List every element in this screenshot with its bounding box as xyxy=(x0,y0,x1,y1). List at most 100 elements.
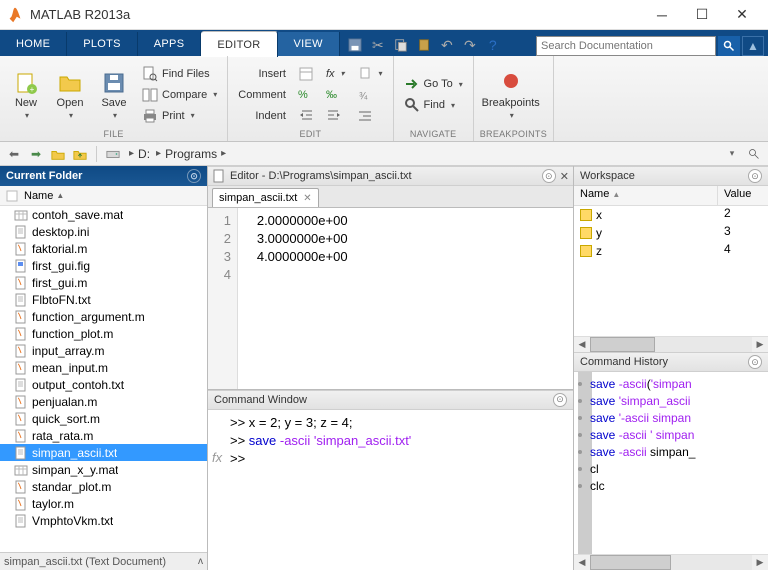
qat-copy-icon[interactable] xyxy=(390,34,412,56)
fx-icon[interactable]: fx xyxy=(212,450,222,465)
history-item[interactable]: save -ascii('simpan xyxy=(576,376,766,393)
file-row[interactable]: mean_input.m xyxy=(0,359,207,376)
cmdwin-menu-icon[interactable]: ⊙ xyxy=(553,393,567,407)
close-button[interactable]: ✕ xyxy=(722,1,762,29)
find-button[interactable]: Find▾ xyxy=(400,95,467,115)
indent-button[interactable]: Indent xyxy=(251,106,290,126)
comment-block-icon[interactable]: ‰ xyxy=(322,85,349,105)
workspace-menu-icon[interactable]: ⊙ xyxy=(748,169,762,183)
file-row[interactable]: rata_rata.m xyxy=(0,427,207,444)
workspace-header[interactable]: Workspace ⊙ xyxy=(574,166,768,186)
file-row[interactable]: contoh_save.mat xyxy=(0,206,207,223)
scroll-left-icon[interactable]: ◀ xyxy=(574,337,590,352)
open-button[interactable]: Open▾ xyxy=(50,60,90,129)
path-search-icon[interactable] xyxy=(744,144,764,164)
hist-scroll-left-icon[interactable]: ◀ xyxy=(574,555,590,570)
history-hscroll[interactable]: ◀ ▶ xyxy=(574,554,768,570)
file-row[interactable]: first_gui.fig xyxy=(0,257,207,274)
smart-indent-icon[interactable] xyxy=(353,106,387,126)
nav-parent-icon[interactable] xyxy=(70,144,90,164)
path-input[interactable] xyxy=(232,147,720,161)
tab-home[interactable]: HOME xyxy=(0,32,67,56)
insert-fx-button[interactable]: fx▾ xyxy=(322,64,349,84)
history-body[interactable]: save -ascii('simpansave 'simpan_asciisav… xyxy=(574,372,768,554)
indent-right-icon[interactable] xyxy=(322,106,349,126)
file-row[interactable]: VmphtoVkm.txt xyxy=(0,512,207,529)
qat-redo-icon[interactable]: ↷ xyxy=(459,34,481,56)
new-button[interactable]: +New▾ xyxy=(6,60,46,129)
history-item[interactable]: save -ascii ' simpan xyxy=(576,427,766,444)
file-row[interactable]: FlbtoFN.txt xyxy=(0,291,207,308)
tab-editor[interactable]: EDITOR xyxy=(201,31,277,57)
path-drop-icon[interactable]: ▾ xyxy=(722,144,742,164)
editor-area[interactable]: 1234 2.0000000e+00 3.0000000e+00 4.00000… xyxy=(208,208,573,390)
file-row[interactable]: faktorial.m xyxy=(0,240,207,257)
editor-tab-close-icon[interactable]: ✕ xyxy=(303,193,311,204)
save-button[interactable]: Save▾ xyxy=(94,60,134,129)
code-content[interactable]: 2.0000000e+00 3.0000000e+00 4.0000000e+0… xyxy=(238,208,356,389)
search-input[interactable] xyxy=(536,36,716,56)
file-name-column[interactable]: Name ▲ xyxy=(0,186,207,206)
qat-save-icon[interactable] xyxy=(344,34,366,56)
editor-menu-icon[interactable]: ⊙ xyxy=(542,169,556,183)
current-folder-header[interactable]: Current Folder ⊙ xyxy=(0,166,207,186)
file-row[interactable]: desktop.ini xyxy=(0,223,207,240)
hist-scroll-right-icon[interactable]: ▶ xyxy=(752,555,768,570)
qat-help-icon[interactable]: ? xyxy=(482,34,504,56)
command-line[interactable]: >> x = 2; y = 3; z = 4; xyxy=(230,414,411,432)
workspace-row[interactable]: z4 xyxy=(574,242,768,260)
nav-up-icon[interactable] xyxy=(48,144,68,164)
scroll-right-icon[interactable]: ▶ xyxy=(752,337,768,352)
file-row[interactable]: first_gui.m xyxy=(0,274,207,291)
breakpoints-button[interactable]: Breakpoints▾ xyxy=(480,60,542,129)
history-item[interactable]: save -ascii simpan_ xyxy=(576,444,766,461)
goto-button[interactable]: Go To▾ xyxy=(400,74,467,94)
command-window-header[interactable]: Command Window ⊙ xyxy=(208,390,573,410)
history-item[interactable]: save '-ascii simpan xyxy=(576,410,766,427)
compare-button[interactable]: Compare▾ xyxy=(138,85,221,105)
file-list[interactable]: contoh_save.matdesktop.inifaktorial.mfir… xyxy=(0,206,207,552)
comment-button[interactable]: Comment xyxy=(234,85,290,105)
workspace-row[interactable]: y3 xyxy=(574,224,768,242)
path-drive[interactable]: ▸D: xyxy=(125,147,150,161)
minimize-panel-icon[interactable]: ⊙ xyxy=(187,169,201,183)
find-files-button[interactable]: Find Files xyxy=(138,64,221,84)
workspace-row[interactable]: x2 xyxy=(574,206,768,224)
file-row[interactable]: simpan_ascii.txt xyxy=(0,444,207,461)
print-button[interactable]: Print▾ xyxy=(138,106,221,126)
file-row[interactable]: standar_plot.m xyxy=(0,478,207,495)
command-window-body[interactable]: fx >> x = 2; y = 3; z = 4;>> save -ascii… xyxy=(208,410,573,571)
uncomment-icon[interactable]: ¾ xyxy=(353,85,387,105)
file-row[interactable]: input_array.m xyxy=(0,342,207,359)
comment-pct-icon[interactable]: % xyxy=(294,85,318,105)
expand-detail-icon[interactable]: ʌ xyxy=(198,556,203,567)
history-item[interactable]: cl xyxy=(576,461,766,478)
insert-section-icon[interactable] xyxy=(294,64,318,84)
search-button[interactable] xyxy=(718,36,740,56)
hist-scroll-thumb[interactable] xyxy=(590,555,671,570)
history-item[interactable]: clc xyxy=(576,478,766,495)
insert-button[interactable]: Insert xyxy=(254,64,290,84)
minimize-button[interactable]: ─ xyxy=(642,1,682,29)
history-header[interactable]: Command History ⊙ xyxy=(574,352,768,372)
indent-left-icon[interactable] xyxy=(294,106,318,126)
history-menu-icon[interactable]: ⊙ xyxy=(748,355,762,369)
nav-back-icon[interactable]: ⬅ xyxy=(4,144,24,164)
qat-paste-icon[interactable] xyxy=(413,34,435,56)
insert-marker-icon[interactable]: ▾ xyxy=(353,64,387,84)
tab-view[interactable]: VIEW xyxy=(278,32,340,56)
path-folder[interactable]: ▸Programs▸ xyxy=(152,147,230,161)
editor-close-icon[interactable]: ✕ xyxy=(560,170,569,183)
qat-undo-icon[interactable]: ↶ xyxy=(436,34,458,56)
history-item[interactable]: save 'simpan_ascii xyxy=(576,393,766,410)
maximize-button[interactable]: ☐ xyxy=(682,1,722,29)
qat-cut-icon[interactable]: ✂ xyxy=(367,34,389,56)
file-row[interactable]: function_argument.m xyxy=(0,308,207,325)
scroll-thumb[interactable] xyxy=(590,337,655,352)
editor-tab[interactable]: simpan_ascii.txt ✕ xyxy=(212,188,319,207)
file-row[interactable]: function_plot.m xyxy=(0,325,207,342)
command-line[interactable]: >> save -ascii 'simpan_ascii.txt' xyxy=(230,432,411,450)
workspace-columns[interactable]: Name ▲ Value xyxy=(574,186,768,206)
file-row[interactable]: quick_sort.m xyxy=(0,410,207,427)
file-row[interactable]: penjualan.m xyxy=(0,393,207,410)
